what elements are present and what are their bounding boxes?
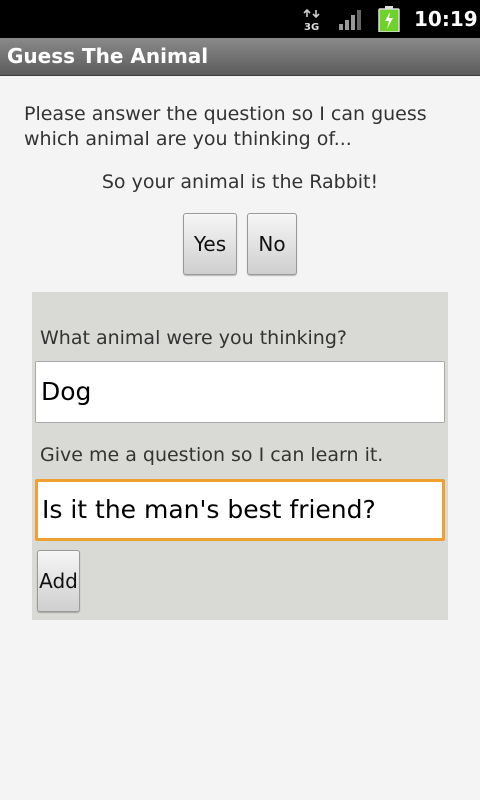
question-input[interactable]: Is it the man's best friend? [35,479,445,541]
question-label: Give me a question so I can learn it. [40,444,384,466]
network-3g-icon: 3G [303,9,320,31]
animal-input[interactable]: Dog [35,361,445,423]
learn-panel: What animal were you thinking? Dog Give … [32,292,448,620]
yes-button[interactable]: Yes [183,213,237,275]
animal-label: What animal were you thinking? [40,327,347,349]
signal-icon [339,10,361,30]
status-bar: 3G 10:19 [0,0,480,38]
add-button[interactable]: Add [37,550,80,612]
app-title-bar: Guess The Animal [0,38,480,76]
status-time: 10:19 [414,7,478,31]
battery-charging-icon [378,6,400,32]
guess-result-text: So your animal is the Rabbit! [101,171,379,193]
no-button[interactable]: No [247,213,297,275]
intro-text: Please answer the question so I can gues… [24,103,427,150]
app-title: Guess The Animal [7,44,209,68]
svg-text:3G: 3G [304,22,319,31]
